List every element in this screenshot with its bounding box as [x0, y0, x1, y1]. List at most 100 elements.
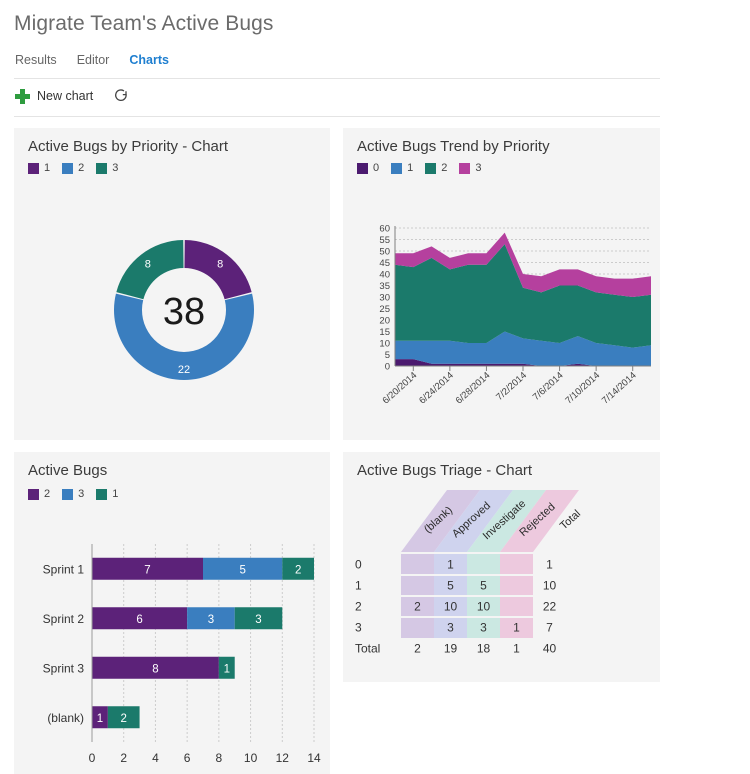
legend-swatch-teal [425, 162, 437, 174]
card-title-trend: Active Bugs Trend by Priority [357, 138, 550, 155]
pivot-cell[interactable]: 10 [543, 579, 557, 593]
x-axis-tick-label: 7/6/2014 [531, 370, 566, 403]
new-chart-label: New chart [37, 89, 94, 103]
bar-segment-label: 1 [224, 663, 230, 675]
legend-item[interactable]: 2 [28, 488, 50, 500]
pivot-cell[interactable]: 22 [543, 600, 557, 614]
legend-label: 3 [112, 162, 119, 174]
charts-page: Migrate Team's Active Bugs Results Edito… [0, 0, 750, 774]
y-axis-tick-label: 5 [385, 350, 390, 361]
legend-swatch-magenta [459, 162, 471, 174]
legend-item[interactable]: 3 [62, 488, 84, 500]
y-axis-tick-label: 30 [379, 293, 390, 304]
tab-bar: Results Editor Charts [15, 52, 169, 68]
legend-swatch-purple [28, 162, 39, 174]
x-axis-tick-label: 6 [184, 751, 191, 765]
legend-trend: 0 1 2 3 [357, 162, 489, 174]
bar-segment-label: 2 [295, 564, 301, 576]
legend-item[interactable]: 2 [62, 162, 84, 174]
bar-segment-label: 6 [136, 614, 142, 626]
toolbar: New chart [15, 88, 129, 104]
pivot-cell[interactable]: 1 [546, 558, 553, 572]
legend-item[interactable]: 1 [28, 162, 50, 174]
legend-swatch-blue [62, 162, 74, 174]
legend-swatch-blue [391, 162, 403, 174]
bar-category-label: Sprint 2 [43, 612, 85, 626]
refresh-button[interactable] [113, 88, 129, 104]
y-axis-tick-label: 20 [379, 316, 390, 327]
legend-label: 3 [475, 162, 482, 174]
pivot-cell[interactable]: 3 [447, 621, 454, 635]
card-active-bugs-by-priority: Active Bugs by Priority - Chart 1 2 3 8 2… [14, 128, 330, 440]
plus-icon [15, 88, 30, 104]
legend-item[interactable]: 2 [425, 162, 447, 174]
bar-chart[interactable]: Sprint 1 7 5 2 Sprint 2 6 3 3 Sprint 3 8 1 (blank) 1… [14, 514, 330, 774]
y-axis-tick-label: 40 [379, 270, 390, 281]
legend-item[interactable]: 0 [357, 162, 379, 174]
bar-category-label: (blank) [47, 711, 84, 725]
new-chart-button[interactable]: New chart [15, 88, 94, 104]
tab-results[interactable]: Results [15, 52, 57, 68]
pivot-cell[interactable]: 2 [414, 600, 421, 614]
pivot-cell[interactable]: 5 [447, 579, 454, 593]
legend-swatch-purple [28, 488, 39, 500]
toolbar-divider [14, 116, 660, 117]
legend-label: 2 [441, 162, 448, 174]
legend-label: 1 [407, 162, 414, 174]
pivot-cell[interactable]: 7 [546, 621, 553, 635]
pivot-cell[interactable]: 19 [444, 642, 458, 656]
legend-label: 1 [112, 488, 119, 500]
pivot-cell[interactable]: 10 [477, 600, 491, 614]
legend-swatch-teal [96, 162, 108, 174]
pivot-cell[interactable]: 10 [444, 600, 458, 614]
pivot-row-header: 0 [355, 558, 362, 572]
legend-item[interactable]: 3 [459, 162, 482, 174]
y-axis-tick-label: 45 [379, 258, 390, 269]
pivot-cell[interactable]: 1 [513, 621, 520, 635]
pivot-cell[interactable]: 5 [480, 579, 487, 593]
donut-slice-label: 8 [145, 258, 151, 270]
legend-item[interactable]: 3 [96, 162, 118, 174]
x-axis-tick-label: 12 [276, 751, 290, 765]
bar-category-label: Sprint 1 [43, 562, 85, 576]
pivot-cell[interactable]: 1 [447, 558, 454, 572]
pivot-cell[interactable]: 2 [414, 642, 421, 656]
legend-swatch-teal [96, 488, 108, 500]
donut-chart[interactable]: 8 22 8 38 [14, 190, 330, 438]
pivot-cell[interactable]: 3 [480, 621, 487, 635]
x-axis-tick-label: 6/24/2014 [417, 370, 456, 406]
bar-category-label: Sprint 3 [43, 661, 85, 675]
bar-segment-label: 5 [239, 564, 245, 576]
legend-item[interactable]: 1 [391, 162, 413, 174]
pivot-cell[interactable]: 1 [513, 642, 520, 656]
pivot-row-header: 1 [355, 579, 362, 593]
legend-swatch-blue [62, 488, 74, 500]
x-axis-tick-label: 8 [216, 751, 223, 765]
bar-segment-label: 1 [97, 713, 103, 725]
trend-area-chart[interactable]: 051015202530354045505560 6/20/20146/24/20… [343, 218, 660, 433]
y-axis-tick-label: 50 [379, 247, 390, 258]
x-axis-tick-label: 14 [307, 751, 321, 765]
pivot-cell[interactable]: 18 [477, 642, 491, 656]
legend-label: 1 [44, 162, 51, 174]
legend-item[interactable]: 1 [96, 488, 118, 500]
legend-swatch-darkpurple [357, 162, 368, 174]
legend-donut: 1 2 3 [28, 162, 125, 174]
bar-segment-label: 3 [208, 614, 214, 626]
x-axis-tick-label: 4 [152, 751, 159, 765]
y-axis-tick-label: 60 [379, 224, 390, 235]
y-axis-tick-label: 0 [385, 362, 390, 373]
y-axis-tick-label: 55 [379, 235, 390, 246]
area-series[interactable] [395, 244, 651, 348]
pivot-row-header: Total [355, 642, 380, 656]
tab-charts[interactable]: Charts [129, 52, 169, 68]
x-axis-tick-label: 7/2/2014 [494, 370, 529, 403]
donut-slice-label: 22 [178, 364, 190, 376]
bar-segment-label: 3 [255, 614, 261, 626]
pivot-cell[interactable]: 40 [543, 642, 557, 656]
triage-pivot-table[interactable]: (blank)ApprovedInvestigateRejected Total0… [343, 480, 660, 670]
y-axis-tick-label: 25 [379, 304, 390, 315]
tab-editor[interactable]: Editor [77, 52, 110, 68]
legend-label: 2 [78, 162, 85, 174]
donut-slice-label: 8 [217, 258, 223, 270]
